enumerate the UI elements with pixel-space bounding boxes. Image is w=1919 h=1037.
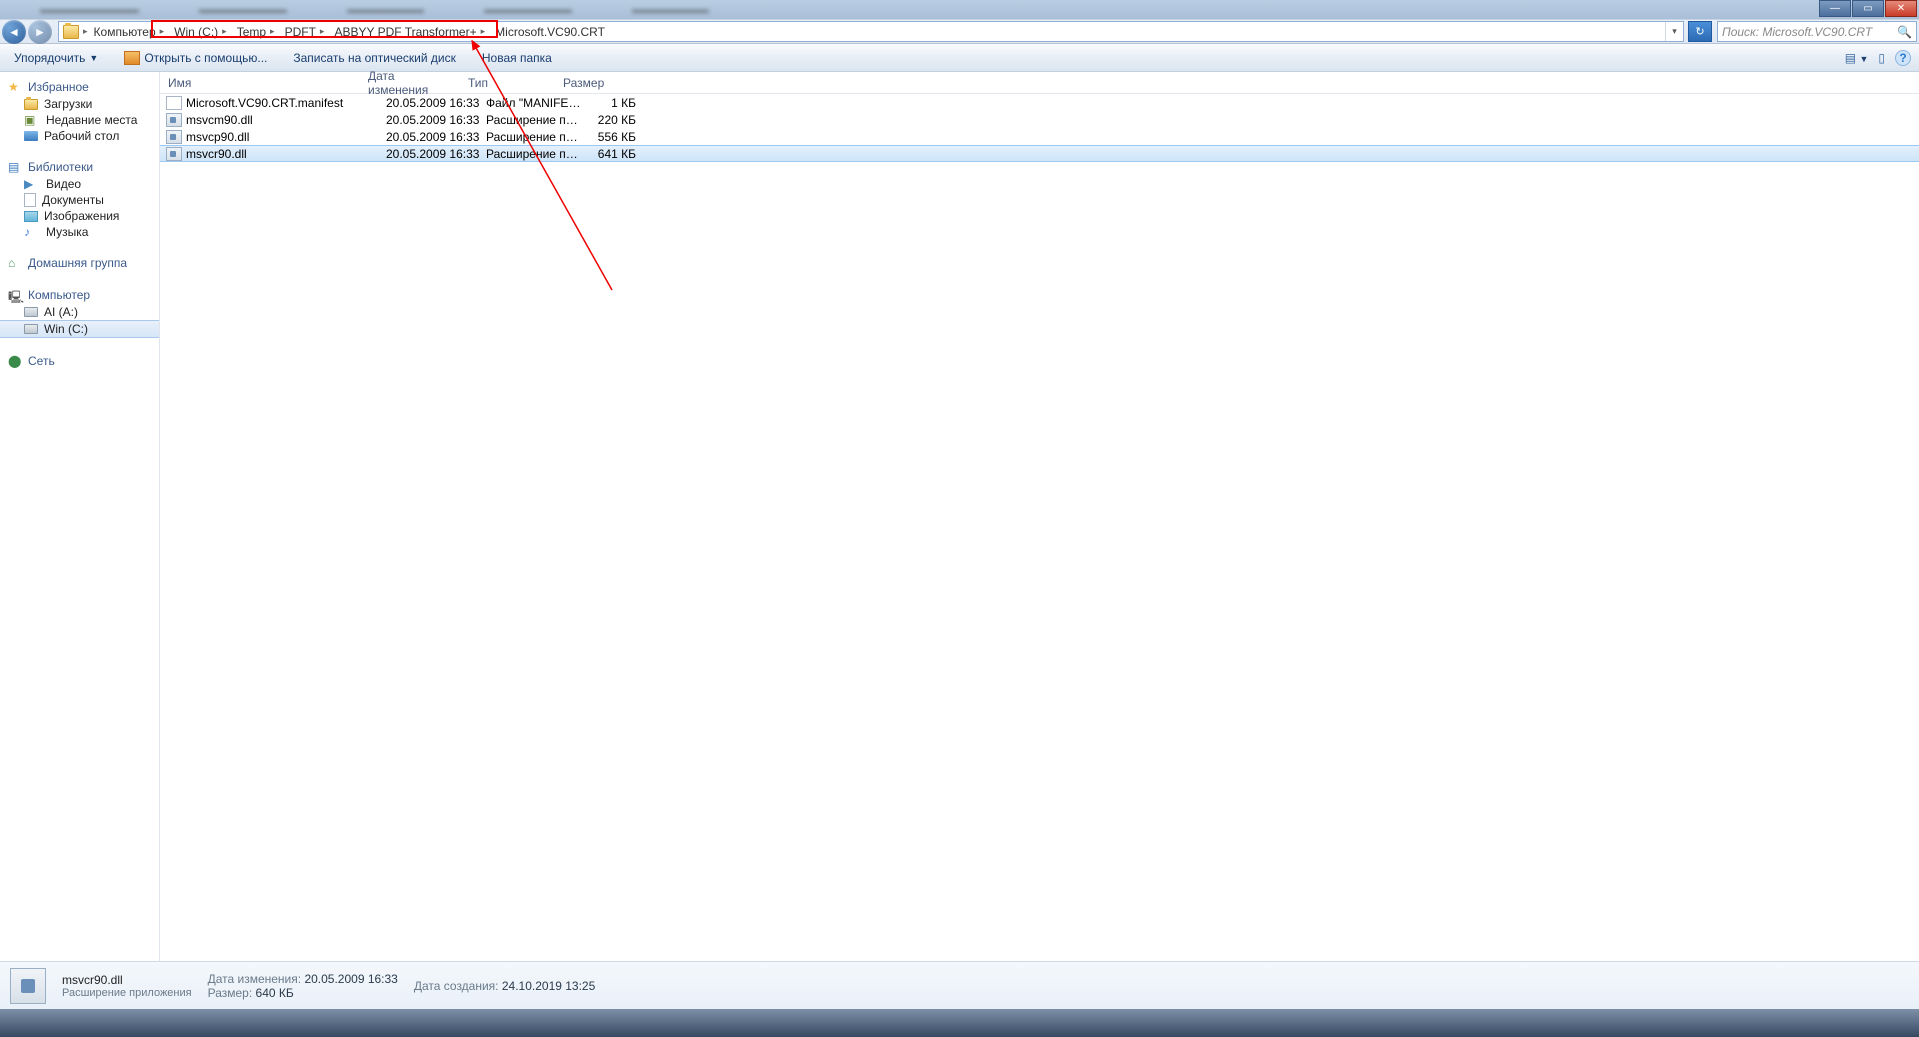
file-size: 641 КБ — [581, 147, 636, 161]
crumb-temp[interactable]: Temp▸ — [233, 22, 281, 41]
details-created-value: 24.10.2019 13:25 — [502, 979, 595, 993]
sidebar-item-recent[interactable]: ▣Недавние места — [0, 112, 159, 128]
file-date: 20.05.2009 16:33 — [386, 113, 486, 127]
sidebar-item-pictures[interactable]: Изображения — [0, 208, 159, 224]
file-row[interactable]: msvcm90.dll20.05.2009 16:33Расширение пр… — [160, 111, 1919, 128]
details-size-label: Размер: — [208, 986, 253, 1000]
file-type: Расширение при... — [486, 147, 581, 161]
crumb-abbyy[interactable]: ABBYY PDF Transformer+▸ — [330, 22, 491, 41]
view-mode-button[interactable]: ▤ ▼ — [1845, 51, 1869, 65]
file-type: Файл "MANIFEST" — [486, 96, 581, 110]
crumb-current[interactable]: Microsoft.VC90.CRT — [491, 22, 611, 41]
sidebar-item-drive-a[interactable]: AI (A:) — [0, 304, 159, 320]
sidebar-item-downloads[interactable]: Загрузки — [0, 96, 159, 112]
address-breadcrumb[interactable]: ▸ Компьютер▸ Win (C:)▸ Temp▸ PDFT▸ ABBYY… — [58, 21, 1684, 42]
window-maximize-button[interactable]: ▭ — [1852, 0, 1884, 17]
details-datemod-value: 20.05.2009 16:33 — [304, 972, 397, 986]
col-date[interactable]: Дата изменения — [360, 69, 460, 97]
sidebar-item-music[interactable]: ♪Музыка — [0, 224, 159, 240]
file-date: 20.05.2009 16:33 — [386, 130, 486, 144]
window-minimize-button[interactable]: — — [1819, 0, 1851, 17]
favorites-header[interactable]: ★Избранное — [0, 78, 159, 96]
file-type: Расширение при... — [486, 113, 581, 127]
windows-taskbar[interactable] — [0, 1009, 1919, 1037]
col-size[interactable]: Размер — [555, 76, 610, 90]
refresh-button[interactable]: ↻ — [1688, 21, 1712, 42]
file-name: Microsoft.VC90.CRT.manifest — [186, 96, 386, 110]
details-created-label: Дата создания: — [414, 979, 499, 993]
search-placeholder: Поиск: Microsoft.VC90.CRT — [1722, 25, 1872, 39]
details-size-value: 640 КБ — [256, 986, 294, 1000]
explorer-toolbar: Упорядочить ▼ Открыть с помощью... Запис… — [0, 44, 1919, 72]
preview-pane-button[interactable]: ▯ — [1878, 51, 1885, 65]
sidebar-item-video[interactable]: ▶Видео — [0, 176, 159, 192]
dll-icon — [166, 113, 182, 127]
crumb-computer[interactable]: Компьютер▸ — [90, 22, 171, 41]
dll-icon — [166, 130, 182, 144]
help-button[interactable]: ? — [1895, 50, 1911, 66]
details-file-name: msvcr90.dll — [62, 973, 192, 987]
network-header[interactable]: ⬤Сеть — [0, 352, 159, 370]
search-input[interactable]: Поиск: Microsoft.VC90.CRT 🔍 — [1717, 21, 1917, 42]
crumb-drive[interactable]: Win (C:)▸ — [170, 22, 233, 41]
computer-header[interactable]: 🖳Компьютер — [0, 286, 159, 304]
col-type[interactable]: Тип — [460, 76, 555, 90]
details-pane: msvcr90.dll Расширение приложения Дата и… — [0, 961, 1919, 1009]
file-row[interactable]: msvcr90.dll20.05.2009 16:33Расширение пр… — [160, 145, 1919, 162]
file-size: 220 КБ — [581, 113, 636, 127]
nav-forward-button[interactable]: ► — [28, 20, 52, 44]
navigation-pane: ★Избранное Загрузки ▣Недавние места Рабо… — [0, 72, 160, 961]
sidebar-item-drive-c[interactable]: Win (C:) — [0, 320, 159, 338]
file-name: msvcp90.dll — [186, 130, 386, 144]
open-with-button[interactable]: Открыть с помощью... — [118, 49, 273, 67]
browser-tabstrip: ▬▬▬▬▬▬▬▬▬▬▬▬▬▬▬▬▬▬▬▬▬▬▬▬▬▬▬▬▬▬▬▬▬▬▬▬▬▬▬ … — [0, 0, 1919, 19]
explorer-address-bar: ◄ ► ▸ Компьютер▸ Win (C:)▸ Temp▸ PDFT▸ A… — [0, 19, 1919, 44]
column-headers: Имя Дата изменения Тип Размер — [160, 72, 1919, 94]
col-name[interactable]: Имя — [160, 76, 360, 90]
nav-back-button[interactable]: ◄ — [2, 20, 26, 44]
file-name: msvcm90.dll — [186, 113, 386, 127]
dll-icon — [166, 147, 182, 161]
details-datemod-label: Дата изменения: — [208, 972, 302, 986]
file-row[interactable]: msvcp90.dll20.05.2009 16:33Расширение пр… — [160, 128, 1919, 145]
crumb-pdft[interactable]: PDFT▸ — [281, 22, 331, 41]
sidebar-item-documents[interactable]: Документы — [0, 192, 159, 208]
file-size: 1 КБ — [581, 96, 636, 110]
file-type: Расширение при... — [486, 130, 581, 144]
window-close-button[interactable]: ✕ — [1885, 0, 1917, 17]
homegroup-header[interactable]: ⌂Домашняя группа — [0, 254, 159, 272]
details-file-icon — [10, 968, 46, 1004]
new-folder-button[interactable]: Новая папка — [476, 49, 558, 67]
details-file-type: Расширение приложения — [62, 987, 192, 999]
file-date: 20.05.2009 16:33 — [386, 96, 486, 110]
file-name: msvcr90.dll — [186, 147, 386, 161]
organize-button[interactable]: Упорядочить ▼ — [8, 49, 104, 67]
libraries-header[interactable]: ▤Библиотеки — [0, 158, 159, 176]
search-icon: 🔍 — [1897, 25, 1912, 39]
manifest-icon — [166, 96, 182, 110]
file-date: 20.05.2009 16:33 — [386, 147, 486, 161]
file-list: Имя Дата изменения Тип Размер Microsoft.… — [160, 72, 1919, 961]
file-row[interactable]: Microsoft.VC90.CRT.manifest20.05.2009 16… — [160, 94, 1919, 111]
folder-icon — [63, 25, 79, 39]
sidebar-item-desktop[interactable]: Рабочий стол — [0, 128, 159, 144]
address-dropdown-button[interactable]: ▾ — [1665, 22, 1683, 41]
burn-button[interactable]: Записать на оптический диск — [287, 49, 462, 67]
file-size: 556 КБ — [581, 130, 636, 144]
